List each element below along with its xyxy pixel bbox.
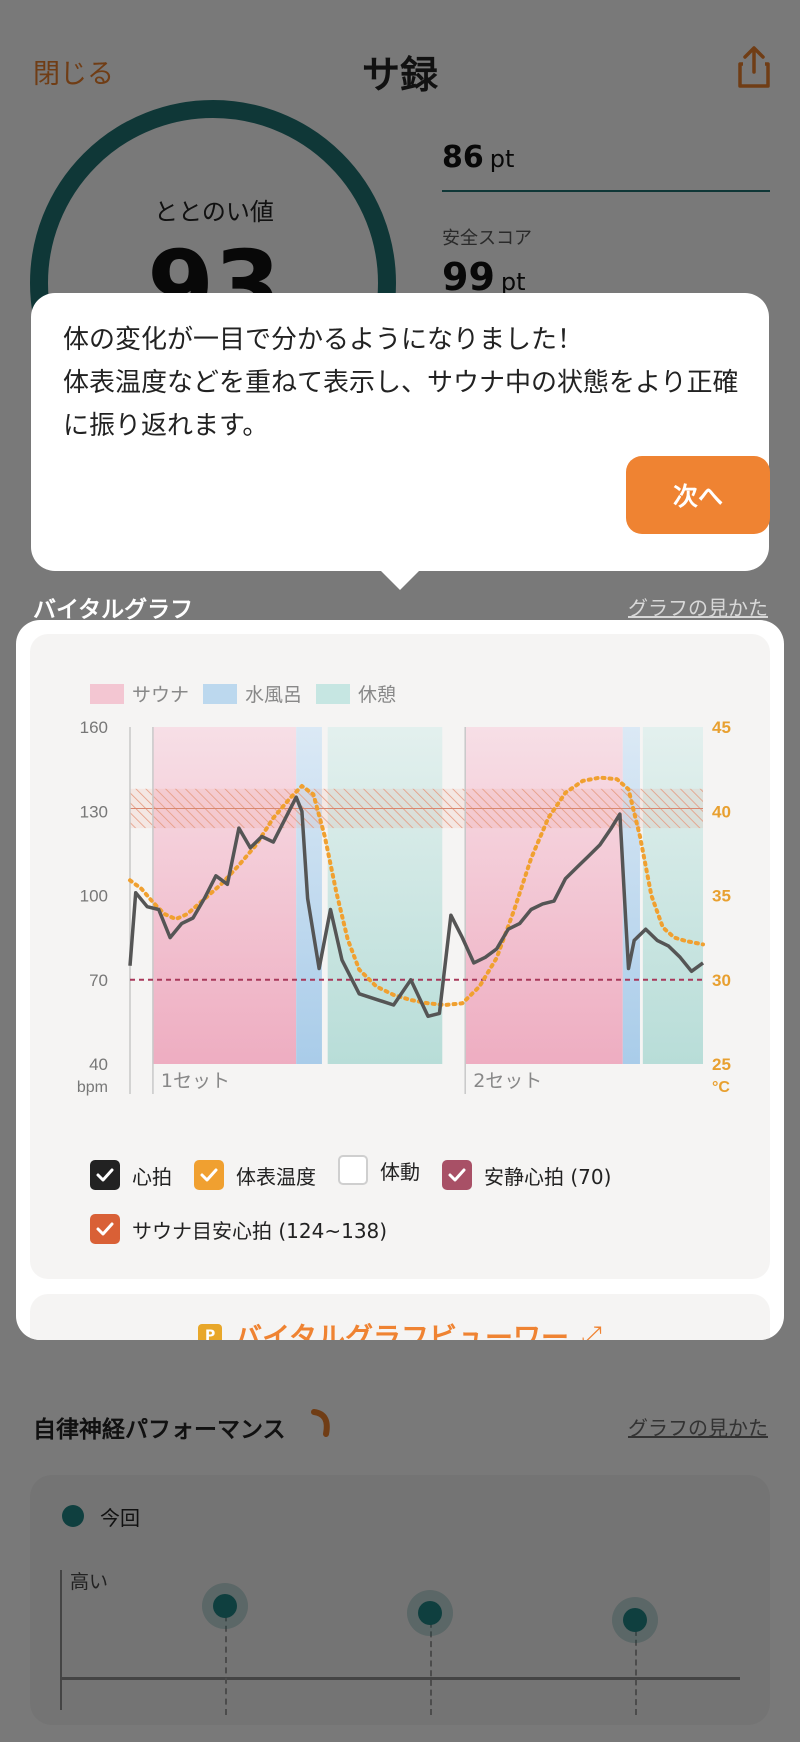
checkbox-label: サウナ目安心拍 (124~138): [132, 1218, 388, 1243]
set-label-1: 1セット: [161, 1070, 230, 1092]
y-left-tick-label: 70: [89, 971, 108, 990]
tooltip-line-2: 体表温度などを重ねて表示し、サウナ中の状態をより正確に振り返れます。: [63, 368, 739, 441]
vital-graph-card: サウナ 水風呂 休憩 160 130 100 70 40 bpm 45 40 3…: [30, 634, 770, 1279]
checkbox-icon[interactable]: [194, 1160, 224, 1190]
y-left-tick-label: 160: [80, 718, 108, 737]
y-right-tick-label: 40: [712, 802, 731, 821]
vital-section-title: バイタルグラフ: [33, 597, 194, 623]
graph-viewer-button[interactable]: バイタルグラフビューワー: [234, 1316, 569, 1340]
premium-badge-icon: P: [198, 1324, 223, 1340]
set-label-2: 2セット: [473, 1070, 542, 1092]
y-left-unit: bpm: [77, 1079, 108, 1096]
phase-band-sauna: [152, 727, 297, 1064]
checkbox-icon[interactable]: [338, 1155, 368, 1185]
series-toggle-4[interactable]: サウナ目安心拍 (124~138): [90, 1213, 387, 1245]
vital-chart: 160 130 100 70 40 bpm 45 40 35 30 25 °C 1セット 2セット: [77, 718, 731, 1096]
y-right-tick-label: 35: [712, 887, 731, 906]
y-right-unit: °C: [712, 1079, 730, 1096]
y-right-tick-label: 45: [712, 718, 731, 737]
tooltip-arrow: [378, 568, 422, 590]
next-button[interactable]: 次へ: [626, 456, 770, 534]
checkbox-icon[interactable]: [90, 1160, 120, 1190]
tooltip-line-1: 体の変化が一目で分かるようになりました！: [63, 325, 584, 355]
series-toggle-3[interactable]: 安静心拍 (70): [442, 1159, 611, 1191]
vital-graph-help-link[interactable]: グラフの見かた: [628, 592, 768, 621]
y-left-tick-label: 100: [80, 887, 108, 906]
y-left-tick-label: 40: [89, 1055, 108, 1074]
series-toggle-2[interactable]: 体動: [338, 1154, 420, 1186]
checkbox-label: 心拍: [132, 1164, 172, 1189]
series-toggle-0[interactable]: 心拍: [90, 1159, 172, 1191]
checkbox-icon[interactable]: [442, 1160, 472, 1190]
graph-viewer-card[interactable]: P バイタルグラフビューワー ⤢: [30, 1294, 770, 1340]
checkbox-icon[interactable]: [90, 1214, 120, 1244]
tooltip-message: 体の変化が一目で分かるようになりました！ 体表温度などを重ねて表示し、サウナ中の…: [63, 319, 753, 448]
highlighted-vital-graph: サウナ 水風呂 休憩 160 130 100 70 40 bpm 45 40 3…: [16, 620, 784, 1340]
series-toggles: 心拍 体表温度 体動 安静心拍 (70) サウナ目安心拍 (124~138): [90, 1154, 750, 1267]
y-left-tick-label: 130: [80, 802, 108, 821]
checkbox-label: 体動: [380, 1159, 420, 1184]
expand-icon: ⤢: [581, 1320, 602, 1341]
feature-tooltip: 体の変化が一目で分かるようになりました！ 体表温度などを重ねて表示し、サウナ中の…: [31, 293, 770, 571]
checkbox-label: 安静心拍 (70): [484, 1164, 612, 1189]
y-right-tick-label: 30: [712, 971, 731, 990]
checkbox-label: 体表温度: [236, 1164, 316, 1189]
y-right-tick-label: 25: [712, 1055, 731, 1074]
graph-viewer-row[interactable]: P バイタルグラフビューワー ⤢: [30, 1316, 770, 1340]
series-toggle-1[interactable]: 体表温度: [194, 1159, 316, 1191]
